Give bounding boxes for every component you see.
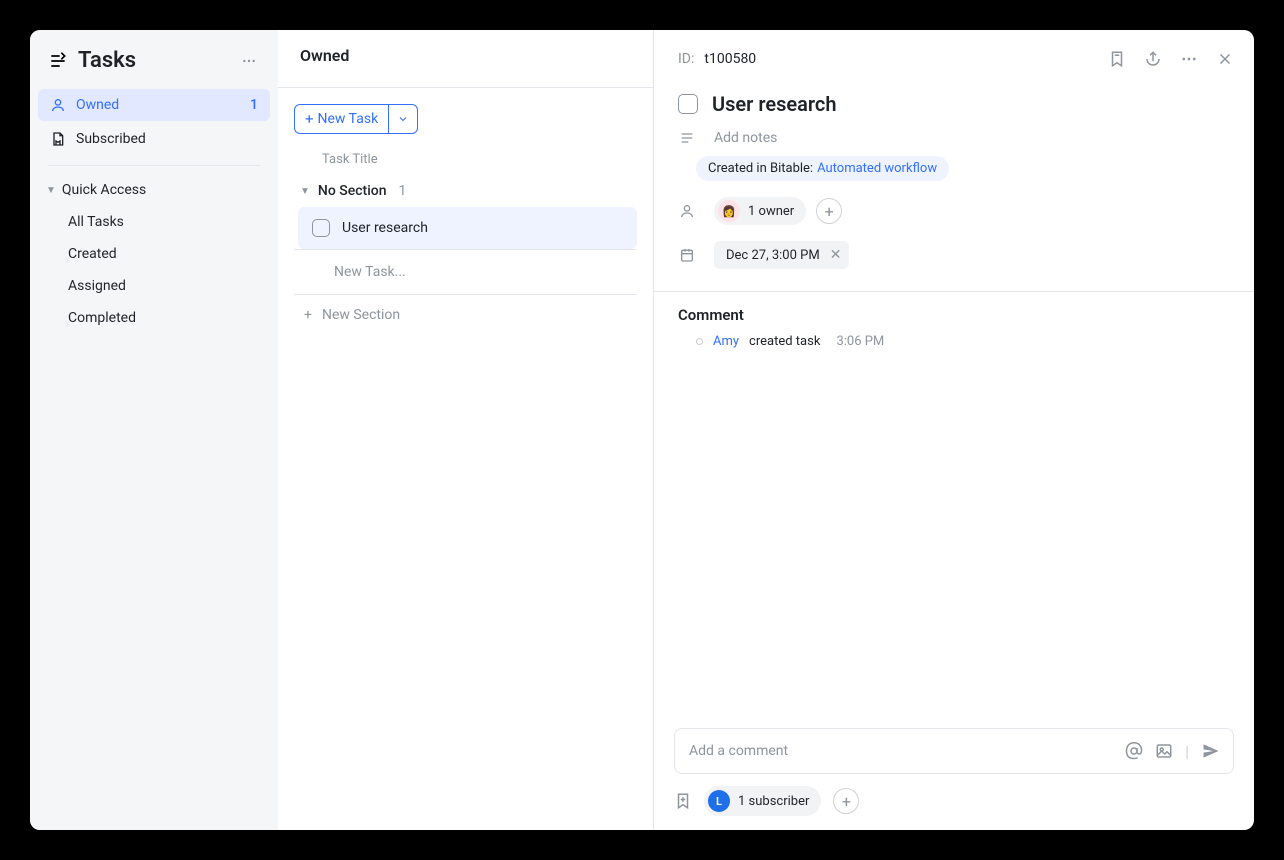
sidebar-group-quick-access[interactable]: ▼ Quick Access (38, 174, 270, 206)
detail-checkbox[interactable] (678, 94, 698, 114)
subscriber-pill[interactable]: L 1 subscriber (704, 786, 821, 816)
add-subscriber-button[interactable]: + (833, 788, 859, 814)
new-task-dropdown[interactable] (388, 105, 417, 133)
due-date-value: Dec 27, 3:00 PM (726, 248, 820, 263)
task-row[interactable]: User research (298, 207, 637, 249)
origin-link[interactable]: Automated workflow (817, 161, 937, 176)
subscribe-icon[interactable] (674, 792, 692, 810)
new-task-input[interactable]: New Task... (294, 249, 637, 295)
new-section-button[interactable]: + New Section (294, 295, 637, 335)
due-date-pill[interactable]: Dec 27, 3:00 PM ✕ (714, 241, 849, 269)
chevron-down-icon: ▼ (46, 185, 56, 196)
new-task-button[interactable]: + New Task (294, 104, 418, 134)
sidebar-group-label: Quick Access (62, 182, 146, 198)
list-title: Owned (300, 46, 349, 65)
section-no-section[interactable]: ▼ No Section 1 (294, 175, 637, 207)
owned-icon (50, 97, 66, 113)
subscribed-icon (50, 131, 66, 147)
comment-action: created task (749, 334, 820, 349)
sidebar-item-assigned[interactable]: Assigned (38, 270, 270, 302)
sidebar-item-all-tasks[interactable]: All Tasks (38, 206, 270, 238)
task-checkbox[interactable] (312, 219, 330, 237)
section-count: 1 (399, 183, 407, 199)
subscriber-avatar: L (708, 790, 730, 812)
sidebar-header: Tasks (38, 40, 270, 89)
sidebar-item-label: Subscribed (76, 131, 146, 147)
origin-pill[interactable]: Created in Bitable: Automated workflow (696, 156, 949, 181)
owner-pill-label: 1 owner (748, 204, 794, 219)
notes-icon (678, 130, 696, 146)
sidebar-item-owned[interactable]: Owned 1 (38, 89, 270, 121)
owner-row: 👩 1 owner + (654, 189, 1254, 233)
detail-title: User research (712, 92, 837, 116)
send-icon[interactable] (1201, 741, 1221, 761)
comment-item: Amy created task 3:06 PM (678, 334, 1230, 349)
subscriber-row: L 1 subscriber + (674, 786, 1234, 816)
clear-due-icon[interactable]: ✕ (830, 247, 842, 263)
sidebar-title: Tasks (78, 48, 136, 73)
comment-time: 3:06 PM (836, 334, 884, 349)
notes-placeholder: Add notes (714, 130, 777, 146)
task-detail-pane: ID: t100580 User research (654, 30, 1254, 830)
comment-author[interactable]: Amy (713, 334, 739, 349)
due-row: Dec 27, 3:00 PM ✕ (654, 233, 1254, 277)
sidebar: Tasks Owned 1 Subscribed (30, 30, 278, 830)
sidebar-item-label: Owned (76, 97, 119, 113)
detail-header: ID: t100580 (654, 30, 1254, 74)
owner-avatar: 👩 (718, 200, 740, 222)
add-owner-button[interactable]: + (816, 198, 842, 224)
new-task-label: New Task (318, 111, 379, 127)
sidebar-item-completed[interactable]: Completed (38, 302, 270, 334)
bookmark-icon[interactable] (1108, 50, 1126, 68)
app-window: Tasks Owned 1 Subscribed (30, 30, 1254, 830)
sidebar-item-subscribed[interactable]: Subscribed (38, 123, 270, 155)
sidebar-divider (48, 165, 260, 166)
comment-input[interactable] (687, 742, 1125, 760)
origin-prefix: Created in Bitable: (708, 161, 813, 176)
share-icon[interactable] (1144, 50, 1162, 68)
detail-footer: | L 1 subscriber + (654, 714, 1254, 830)
comment-section: Comment Amy created task 3:06 PM (654, 306, 1254, 349)
triangle-down-icon: ▼ (300, 186, 310, 197)
close-icon[interactable] (1216, 50, 1234, 68)
sidebar-toggle-icon[interactable] (48, 51, 68, 71)
origin-row: Created in Bitable: Automated workflow (654, 154, 1254, 189)
owner-icon (678, 203, 696, 219)
column-header-title: Task Title (294, 134, 637, 175)
plus-icon: + (304, 307, 312, 323)
calendar-icon (678, 247, 696, 263)
mention-icon[interactable] (1125, 742, 1143, 760)
plus-icon: + (305, 112, 314, 127)
comment-input-box[interactable]: | (674, 728, 1234, 774)
task-list-pane: Owned + New Task Task Title ▼ No Section… (278, 30, 654, 830)
sidebar-item-created[interactable]: Created (38, 238, 270, 270)
list-header: Owned (278, 30, 653, 88)
new-section-label: New Section (322, 307, 400, 323)
task-title: User research (342, 220, 428, 236)
more-icon[interactable] (1180, 50, 1198, 68)
subscriber-pill-label: 1 subscriber (738, 794, 809, 809)
image-icon[interactable] (1155, 742, 1173, 760)
task-id-value: t100580 (704, 51, 756, 67)
task-id-label: ID: (678, 51, 694, 67)
sidebar-more-button[interactable] (238, 50, 260, 72)
section-name: No Section (318, 183, 387, 199)
owner-pill[interactable]: 👩 1 owner (714, 197, 806, 225)
detail-divider (654, 291, 1254, 292)
owned-count: 1 (250, 97, 258, 113)
notes-row[interactable]: Add notes (654, 122, 1254, 154)
comment-bullet-icon (696, 338, 703, 345)
comment-header: Comment (678, 306, 1230, 324)
detail-title-row: User research (654, 74, 1254, 122)
